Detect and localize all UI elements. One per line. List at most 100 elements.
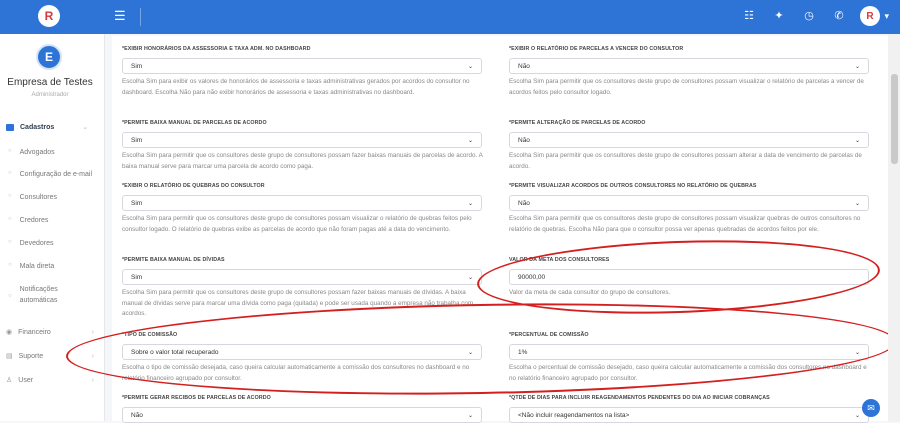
company-avatar: E [36, 44, 62, 70]
input-value: 90000,00 [518, 273, 546, 281]
company-name: Empresa de Testes [7, 77, 93, 88]
chevron-down-icon: ⌄ [854, 137, 860, 144]
handshake-icon[interactable]: ✦ [773, 9, 785, 22]
select-value: Não [518, 199, 530, 207]
select-value: Sim [131, 136, 143, 144]
top-navbar: R ☰ ☷ ✦ ◷ ✆ R ▾ [0, 0, 900, 34]
sidebar-item-suporte[interactable]: ▤ Suporte › [6, 352, 94, 361]
bullet-icon: ○ [8, 170, 12, 176]
bullet-icon: ○ [8, 216, 12, 222]
user-avatar[interactable]: R [860, 6, 880, 26]
bullet-icon: ○ [8, 293, 12, 299]
scrollbar-thumb[interactable] [891, 74, 898, 164]
menu-toggle-icon[interactable]: ☰ [114, 9, 128, 23]
sidebar-item-financeiro[interactable]: ◉ Financeiro › [6, 328, 94, 337]
chevron-right-icon: › [91, 328, 94, 336]
sidebar-item-consultores[interactable]: ○ Consultores [8, 192, 57, 203]
money-icon: ◉ [6, 329, 13, 336]
select-value: <Não incluir reagendamentos na lista> [518, 411, 630, 419]
chevron-down-icon: ⌄ [854, 200, 860, 207]
list-icon[interactable]: ☷ [743, 9, 755, 22]
help-text: Escolha o percentual de comissão desejad… [509, 364, 867, 382]
topbar-divider [140, 8, 141, 26]
field-label: *PERCENTUAL DE COMISSÃO [509, 332, 589, 338]
bullet-icon: ○ [8, 148, 12, 154]
sidebar-item-credores[interactable]: ○ Credores [8, 215, 48, 226]
chat-support-button[interactable]: ✉ [862, 399, 880, 417]
clock-icon[interactable]: ◷ [803, 9, 815, 22]
select-value: Não [131, 411, 143, 419]
chevron-down-icon: ⌄ [82, 124, 89, 131]
chat-icon: ✉ [867, 402, 875, 413]
relatorio-parcelas-select[interactable]: Não ⌄ [509, 58, 869, 74]
baixa-manual-dividas-select[interactable]: Sim ⌄ [122, 269, 482, 285]
help-text: Escolha Sim para permitir que os consult… [509, 78, 864, 96]
field-label: *QTDE DE DIAS PARA INCLUIR REAGENDAMENTO… [509, 395, 770, 401]
alteracao-parcelas-select[interactable]: Não ⌄ [509, 132, 869, 148]
chevron-right-icon: › [91, 376, 94, 384]
sidebar-item-label: Devedores [19, 240, 54, 247]
sidebar-item-notificacoes[interactable]: ○ Notificações automáticas [8, 284, 72, 306]
chevron-right-icon: › [91, 352, 94, 360]
acordos-outros-consultores-select[interactable]: Não ⌄ [509, 195, 869, 211]
sidebar-item-configuracao-email[interactable]: ○ Configuração de e-mail [8, 169, 92, 180]
sidebar: E Empresa de Testes Administrador Cadast… [0, 34, 105, 421]
field-label: *EXIBIR O RELATÓRIO DE PARCELAS A VENCER… [509, 46, 684, 52]
chevron-down-icon: ⌄ [854, 349, 860, 356]
field-label: *PERMITE BAIXA MANUAL DE DÍVIDAS [122, 257, 225, 263]
exibir-honorarios-select[interactable]: Sim ⌄ [122, 58, 482, 74]
sidebar-item-label: Mala direta [19, 263, 55, 270]
sidebar-item-label: Credores [19, 217, 49, 224]
sidebar-item-user[interactable]: ♙ User › [6, 376, 94, 385]
field-label: *EXIBIR O RELATÓRIO DE QUEBRAS DO CONSUL… [122, 183, 265, 189]
help-text: Escolha Sim para permitir que os consult… [122, 289, 474, 317]
field-label: *PERMITE VISUALIZAR ACORDOS DE OUTROS CO… [509, 183, 757, 189]
help-text: Escolha Sim para permitir que os consult… [509, 152, 862, 170]
select-value: Sim [131, 62, 143, 70]
sidebar-item-advogados[interactable]: ○ Advogados [8, 147, 55, 158]
sidebar-item-label: Suporte [18, 352, 44, 360]
page-scrollbar[interactable] [888, 34, 900, 421]
chevron-down-icon[interactable]: ▾ [884, 11, 889, 22]
folder-icon [6, 123, 14, 131]
chevron-down-icon: ⌄ [467, 137, 473, 144]
sidebar-item-label: Configuração de e-mail [19, 171, 92, 178]
baixa-manual-parcelas-select[interactable]: Sim ⌄ [122, 132, 482, 148]
select-value: 1% [518, 348, 528, 356]
sidebar-item-label: User [18, 376, 34, 384]
chevron-down-icon: ⌄ [467, 412, 473, 419]
sidebar-section-cadastros[interactable]: Cadastros ⌄ [6, 123, 88, 131]
chevron-down-icon: ⌄ [467, 63, 473, 70]
main-content: *EXIBIR HONORÁRIOS DA ASSESSORIA E TAXA … [112, 36, 888, 423]
sidebar-item-label: Financeiro [18, 328, 51, 336]
field-label: *EXIBIR HONORÁRIOS DA ASSESSORIA E TAXA … [122, 46, 311, 52]
help-text: Escolha Sim para permitir que os consult… [509, 215, 861, 233]
select-value: Não [518, 62, 530, 70]
field-label: *PERMITE GERAR RECIBOS DE PARCELAS DE AC… [122, 395, 271, 401]
sidebar-section-label: Cadastros [20, 123, 55, 131]
help-text: Valor da meta de cada consultor do grupo… [509, 289, 671, 296]
sidebar-item-devedores[interactable]: ○ Devedores [8, 238, 53, 249]
relatorio-quebras-select[interactable]: Sim ⌄ [122, 195, 482, 211]
support-icon: ▤ [6, 353, 13, 360]
chevron-down-icon: ⌄ [467, 200, 473, 207]
sidebar-item-mala-direta[interactable]: ○ Mala direta [8, 261, 54, 272]
select-value: Sim [131, 273, 143, 281]
chevron-down-icon: ⌄ [467, 274, 473, 281]
company-role: Administrador [31, 92, 69, 98]
percentual-comissao-select[interactable]: 1% ⌄ [509, 344, 869, 360]
chevron-down-icon: ⌄ [854, 63, 860, 70]
bullet-icon: ○ [8, 239, 12, 245]
select-value: Sobre o valor total recuperado [131, 348, 219, 356]
whatsapp-icon[interactable]: ✆ [833, 9, 845, 22]
field-label: *PERMITE ALTERAÇÃO DE PARCELAS DE ACORDO [509, 120, 646, 126]
tipo-comissao-select[interactable]: Sobre o valor total recuperado ⌄ [122, 344, 482, 360]
app-logo[interactable]: R [38, 5, 60, 27]
help-text: Escolha Sim para exibir os valores de ho… [122, 78, 470, 96]
chevron-down-icon: ⌄ [467, 349, 473, 356]
help-text: Escolha Sim para permitir que os consult… [122, 215, 472, 233]
sidebar-item-label: Advogados [19, 149, 55, 156]
field-label: *PERMITE BAIXA MANUAL DE PARCELAS DE ACO… [122, 120, 267, 126]
bullet-icon: ○ [8, 193, 12, 199]
valor-meta-input[interactable]: 90000,00 [509, 269, 869, 285]
